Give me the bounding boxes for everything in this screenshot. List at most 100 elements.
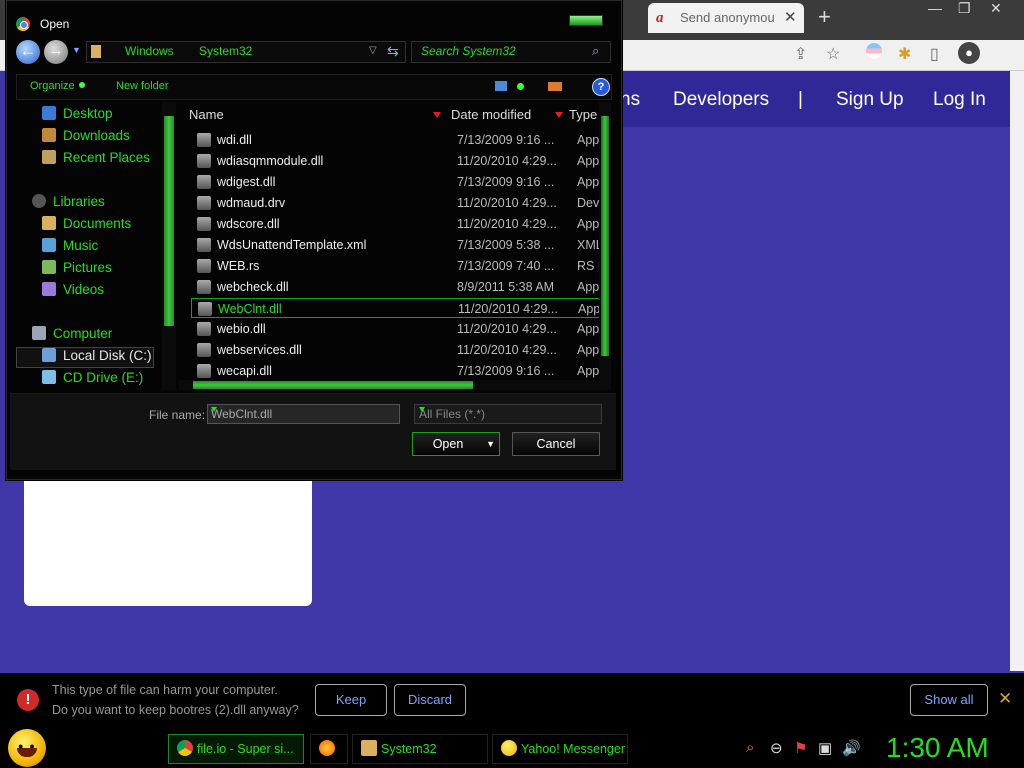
restore-button[interactable]: ❐ [958, 0, 971, 17]
nav-cd-drive[interactable]: CD Drive (E:) [42, 370, 143, 385]
refresh-icon[interactable]: ⇆ [387, 43, 399, 60]
file-date: 11/20/2010 4:29... [457, 217, 557, 231]
search-box[interactable]: Search System32 ⌕ [411, 41, 611, 63]
address-dropdown-icon[interactable]: ▽ [369, 45, 377, 56]
nav-link-log-in[interactable]: Log In [933, 89, 986, 111]
computer-icon [32, 326, 46, 340]
nav-desktop[interactable]: Desktop [42, 106, 113, 121]
taskbar-item-explorer[interactable]: System32 [352, 734, 488, 764]
nav-videos[interactable]: Videos [42, 282, 104, 297]
search-icon[interactable]: ⌕ [746, 739, 754, 756]
nav-link-sign-up[interactable]: Sign Up [836, 89, 904, 111]
taskbar-item-chrome[interactable]: file.io - Super si... [168, 734, 304, 764]
documents-icon [42, 216, 56, 230]
close-window-button[interactable]: ✕ [990, 0, 1002, 17]
content-card [24, 478, 312, 606]
file-name-dropdown-icon[interactable] [211, 407, 217, 412]
file-row[interactable]: wecapi.dll 7/13/2009 9:16 ... Appli [191, 361, 605, 381]
browser-tab[interactable]: a Send anonymou ✕ [648, 3, 804, 33]
file-row[interactable]: webcheck.dll 8/9/2011 5:38 AM Appli [191, 277, 605, 297]
new-folder-button[interactable]: New folder [116, 80, 169, 92]
nav-documents[interactable]: Documents [42, 216, 131, 231]
sidepanel-icon[interactable]: ▯ [930, 44, 939, 64]
file-icon [197, 175, 211, 189]
column-type[interactable]: Type [569, 104, 597, 126]
history-dropdown-icon[interactable]: ▼ [72, 45, 81, 55]
breadcrumb-windows[interactable]: Windows [125, 44, 174, 58]
file-type-dropdown-icon[interactable] [419, 407, 425, 412]
account-icon[interactable]: ● [958, 42, 980, 64]
file-icon [197, 238, 211, 252]
firefox-icon [319, 740, 335, 756]
extensions-icon[interactable]: ✱ [898, 44, 911, 64]
file-type-select[interactable]: All Files (*.*) [414, 404, 602, 424]
show-all-button[interactable]: Show all [910, 684, 988, 716]
column-date-modified[interactable]: Date modified [451, 104, 531, 126]
view-icon[interactable] [495, 81, 507, 91]
network-icon[interactable]: ▣ [818, 739, 832, 757]
preview-pane-icon[interactable] [548, 82, 562, 91]
cancel-button[interactable]: Cancel [512, 432, 600, 456]
nav-link-partial[interactable]: ns [620, 89, 640, 111]
open-dropdown-icon[interactable]: ▼ [486, 433, 495, 455]
file-row[interactable]: wdigest.dll 7/13/2009 9:16 ... Appli [191, 172, 605, 192]
nav-libraries[interactable]: Libraries [32, 194, 105, 209]
keep-button[interactable]: Keep [315, 684, 387, 716]
close-icon[interactable]: ✕ [998, 689, 1012, 709]
volume-icon[interactable]: 🔊 [842, 739, 861, 757]
help-button[interactable]: ? [592, 78, 610, 96]
file-row[interactable]: webio.dll 11/20/2010 4:29... Appli [191, 319, 605, 339]
file-name: WebClnt.dll [218, 302, 282, 316]
tab-close-icon[interactable]: ✕ [784, 8, 797, 26]
sort-arrow-icon[interactable] [555, 112, 563, 118]
forward-button[interactable]: → [44, 40, 68, 64]
nav-local-disk[interactable]: Local Disk (C:) [42, 348, 152, 363]
address-bar[interactable]: Windows System32 ▽ ⇆ [86, 41, 406, 63]
nav-downloads[interactable]: Downloads [42, 128, 130, 143]
discard-button[interactable]: Discard [394, 684, 466, 716]
dialog-footer: File name: WebClnt.dll All Files (*.*) O… [10, 393, 616, 470]
file-row[interactable]: wdscore.dll 11/20/2010 4:29... Appli [191, 214, 605, 234]
file-list-scroll-thumb[interactable] [601, 116, 609, 356]
nav-pictures[interactable]: Pictures [42, 260, 112, 275]
taskbar-item-yahoo-messenger[interactable]: Yahoo! Messenger [492, 734, 628, 764]
file-icon [197, 259, 211, 273]
profile-icon[interactable] [866, 43, 882, 59]
download-warning-line1: This type of file can harm your computer… [52, 683, 278, 697]
organize-button[interactable]: Organize [30, 80, 85, 92]
file-row[interactable]: wdi.dll 7/13/2009 9:16 ... Appli [191, 130, 605, 150]
open-button[interactable]: Open ▼ [412, 432, 500, 456]
nav-scroll-thumb[interactable] [164, 116, 174, 326]
taskbar-clock[interactable]: 1:30 AM [886, 732, 989, 764]
file-name-input[interactable]: WebClnt.dll [207, 404, 400, 424]
nav-music[interactable]: Music [42, 238, 98, 253]
file-row[interactable]: webservices.dll 11/20/2010 4:29... Appli [191, 340, 605, 360]
breadcrumb-system32[interactable]: System32 [199, 44, 252, 58]
new-tab-button[interactable]: + [818, 4, 831, 30]
start-button[interactable]: ●● [8, 729, 46, 767]
dialog-minimize-button[interactable] [569, 15, 603, 26]
action-center-flag-icon[interactable]: ⚑ [794, 739, 807, 757]
sort-arrow-icon[interactable] [433, 112, 441, 118]
search-icon[interactable]: ⌕ [592, 43, 599, 59]
nav-link-developers[interactable]: Developers [673, 89, 769, 111]
file-row[interactable]: wdmaud.drv11/20/2010 4:29...Devic [191, 193, 605, 213]
horizontal-scroll-thumb[interactable] [193, 381, 473, 389]
nav-recent-places[interactable]: Recent Places [42, 150, 150, 165]
share-icon[interactable]: ⇪ [794, 44, 807, 64]
tab-favicon-icon: a [656, 10, 664, 26]
back-button[interactable]: ← [16, 40, 40, 64]
file-row[interactable]: WEB.rs 7/13/2009 7:40 ... RS F [191, 256, 605, 276]
star-icon[interactable]: ☆ [826, 44, 840, 64]
nav-computer[interactable]: Computer [32, 326, 112, 341]
taskbar-item-firefox[interactable] [310, 734, 348, 764]
status-icon[interactable]: ⊖ [770, 739, 783, 757]
column-name[interactable]: Name [189, 104, 224, 126]
file-row[interactable]: WdsUnattendTemplate.xml 7/13/2009 5:38 ..… [191, 235, 605, 255]
file-row[interactable]: WebClnt.dll 11/20/2010 4:29... Appli [191, 298, 606, 318]
recent-places-icon [42, 150, 56, 164]
file-row[interactable]: wdiasqmmodule.dll 11/20/2010 4:29... Appli [191, 151, 605, 171]
minimize-button[interactable]: — [928, 0, 942, 16]
view-options-icon[interactable] [517, 83, 524, 90]
page-scrollbar[interactable] [1010, 71, 1024, 671]
